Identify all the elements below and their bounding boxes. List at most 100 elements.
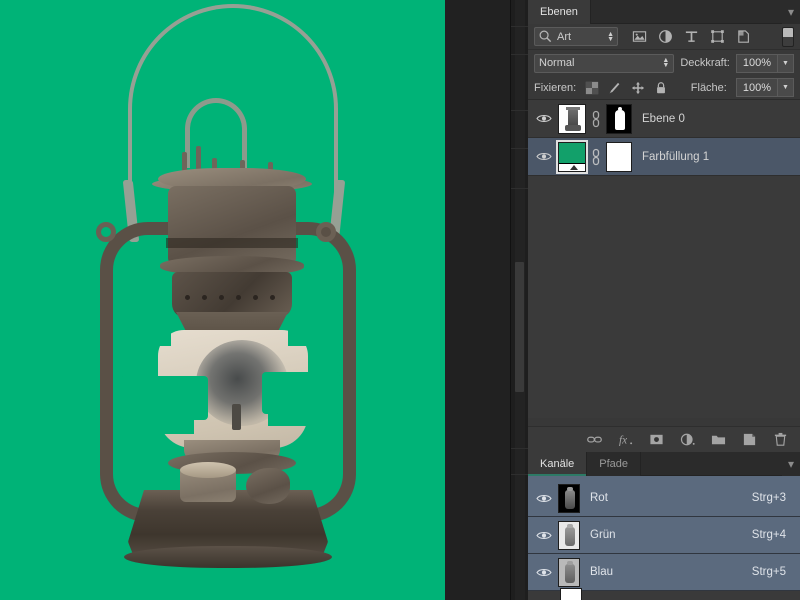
photoshop-window: Ebenen ▾ Art ▲ ▼ Normal ▲ ▼ Deckkraft: 1… <box>0 0 800 600</box>
lock-image-pixels-icon[interactable] <box>608 81 622 95</box>
add-layer-mask-button[interactable] <box>649 432 664 447</box>
divider-tick <box>511 26 529 27</box>
new-group-button[interactable] <box>711 432 726 447</box>
fill-layer-mask-thumbnail[interactable] <box>606 141 632 172</box>
tabbar-filler <box>590 0 782 24</box>
panels-column: Ebenen ▾ Art ▲ ▼ Normal ▲ ▼ Deckkraft: 1… <box>528 0 800 600</box>
fill-layer-thumbnail[interactable] <box>556 139 588 174</box>
document-canvas[interactable] <box>0 0 445 600</box>
fill-dropdown-icon[interactable]: ▼ <box>777 78 794 97</box>
link-mask-icon[interactable] <box>590 110 602 128</box>
divider-tick <box>511 54 529 55</box>
tab-ebenen-label: Ebenen <box>540 6 578 18</box>
layer-style-fx-button[interactable]: fx <box>618 432 633 447</box>
pixel-layer-filter-icon[interactable] <box>632 29 647 44</box>
layers-list: Ebene 0 Farbfüllung 1 <box>528 100 800 418</box>
search-icon <box>539 30 552 43</box>
opacity-label: Deckkraft: <box>680 57 730 69</box>
tab-pfade[interactable]: Pfade <box>587 452 642 476</box>
fill-label: Fläche: <box>690 81 727 94</box>
eye-icon <box>536 494 552 502</box>
channel-row-blau[interactable]: Blau Strg+5 <box>528 554 800 591</box>
filter-type-icons <box>632 29 751 44</box>
channel-shortcut: Strg+3 <box>751 492 786 504</box>
tab-kanaele-label: Kanäle <box>540 458 575 470</box>
channel-thumbnail-partial[interactable] <box>560 588 582 600</box>
channel-visibility-toggle[interactable] <box>530 530 558 541</box>
divider-tick <box>511 448 529 449</box>
channel-row-gruen[interactable]: Grün Strg+4 <box>528 517 800 554</box>
layer-name: Farbfüllung 1 <box>642 150 710 163</box>
new-adjustment-layer-button[interactable] <box>680 432 695 447</box>
divider-tick <box>511 474 529 475</box>
layer-name: Ebene 0 <box>642 112 685 125</box>
channel-visibility-toggle[interactable] <box>530 493 558 504</box>
lantern-wick <box>232 404 241 430</box>
divider-tick <box>511 110 529 111</box>
filter-enable-toggle[interactable] <box>782 26 794 47</box>
channel-thumbnail[interactable] <box>558 520 580 550</box>
lock-row: Fixieren: Fläche: 100% ▼ <box>528 76 800 100</box>
channel-name: Rot <box>590 492 608 504</box>
channels-panel-menu-icon[interactable]: ▾ <box>782 452 800 476</box>
type-layer-filter-icon[interactable] <box>684 29 699 44</box>
fill-value[interactable]: 100% <box>735 78 777 97</box>
panel-scrollbar[interactable] <box>510 0 529 600</box>
lantern-vent-hole <box>219 295 224 300</box>
layer-visibility-toggle[interactable] <box>530 113 558 124</box>
channel-row-rot[interactable]: Rot Strg+3 <box>528 480 800 517</box>
layers-panel-menu-glyph: ▾ <box>787 5 795 19</box>
eye-icon <box>536 568 552 576</box>
layer-visibility-toggle[interactable] <box>530 151 558 162</box>
filter-kind-stepper-icon[interactable]: ▲ ▼ <box>607 31 614 43</box>
canvas-gutter <box>445 0 510 600</box>
mask-cutout-left-lower <box>134 408 194 434</box>
lantern-vent-hole <box>202 295 207 300</box>
lantern-adjuster-knob <box>246 468 290 504</box>
opacity-dropdown-icon[interactable]: ▼ <box>777 53 794 73</box>
scrollbar-thumb[interactable] <box>515 262 524 392</box>
lock-all-icon[interactable] <box>654 81 668 95</box>
delete-layer-button[interactable] <box>773 432 788 447</box>
layers-tabbar: Ebenen ▾ <box>528 0 800 24</box>
mask-cutout-top-left <box>145 330 171 346</box>
shape-layer-filter-icon[interactable] <box>710 29 725 44</box>
blend-mode-stepper-icon[interactable]: ▲ ▼ <box>662 57 669 69</box>
lantern-fuel-cap-top <box>180 462 236 478</box>
opacity-value[interactable]: 100% <box>735 53 777 73</box>
smart-object-filter-icon[interactable] <box>736 29 751 44</box>
channel-row-partial[interactable] <box>528 588 800 600</box>
lock-transparent-pixels-icon[interactable] <box>585 81 599 95</box>
eye-icon <box>536 153 552 160</box>
layer-row-ebene-0[interactable]: Ebene 0 <box>528 100 800 138</box>
tab-ebenen[interactable]: Ebenen <box>528 0 591 24</box>
blend-mode-select[interactable]: Normal ▲ ▼ <box>534 53 675 73</box>
fill-control[interactable]: 100% ▼ <box>735 78 794 97</box>
filter-kind-select[interactable]: Art ▲ ▼ <box>534 27 618 46</box>
channel-name: Grün <box>590 529 616 541</box>
channel-visibility-toggle[interactable] <box>530 567 558 578</box>
channel-shortcut: Strg+4 <box>751 529 786 541</box>
lantern-fuel-chamber <box>168 186 296 264</box>
layer-thumbnail[interactable] <box>558 103 586 134</box>
adjustment-layer-filter-icon[interactable] <box>658 29 673 44</box>
lock-position-icon[interactable] <box>631 81 645 95</box>
tab-kanaele[interactable]: Kanäle <box>528 452 588 476</box>
channel-thumbnail[interactable] <box>558 557 580 587</box>
link-mask-icon[interactable] <box>590 148 602 166</box>
opacity-control[interactable]: 100% ▼ <box>735 53 794 73</box>
lantern-band <box>166 238 298 248</box>
layers-panel-menu-icon[interactable]: ▾ <box>782 0 800 24</box>
lantern-tank-foot <box>124 546 332 568</box>
layer-mask-thumbnail[interactable] <box>606 103 632 134</box>
layers-empty-space[interactable] <box>528 176 800 418</box>
link-layers-button[interactable] <box>587 432 602 447</box>
new-layer-button[interactable] <box>742 432 757 447</box>
layer-row-farbfuellung-1[interactable]: Farbfüllung 1 <box>528 138 800 176</box>
mask-cutout-right-lower <box>268 404 318 426</box>
lantern-vent-hole <box>253 295 258 300</box>
eye-icon <box>536 115 552 122</box>
channel-thumbnail[interactable] <box>558 483 580 513</box>
lantern-guard-eye-right <box>316 222 336 242</box>
divider-tick <box>511 188 529 189</box>
